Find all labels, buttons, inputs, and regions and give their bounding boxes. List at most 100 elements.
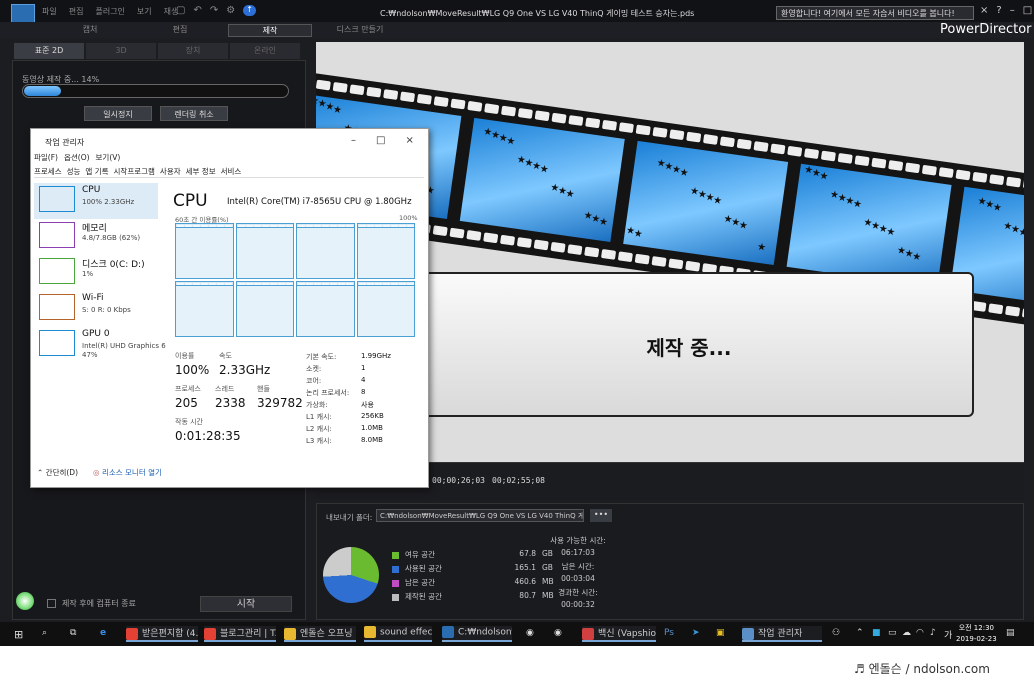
perf-item-2[interactable]: 디스크 0(C: D:) 1% [34,255,158,291]
perf-item-3[interactable]: Wi-Fi S: 0 R: 0 Kbps [34,291,158,327]
tm-maximize-icon[interactable]: □ [376,135,385,146]
star-icon: ★ [911,251,922,264]
notification-icon[interactable]: ▤ [1006,628,1015,638]
edge-icon[interactable]: e [100,628,106,638]
star-icon: ★ [756,241,767,254]
perf-item-name: 메모리 [82,224,107,234]
menu-plugin[interactable]: 플러그인 [95,6,124,17]
film-hole [550,241,566,253]
tab-startup[interactable]: 시작프로그램 [114,166,155,177]
taskbar-item[interactable]: 엔돌슨 오프닝 [284,626,356,642]
tab-services[interactable]: 서비스 [221,166,242,177]
tab-standard-2d[interactable]: 표준 2D [14,43,84,59]
settings-icon[interactable]: ⚙ [226,5,235,16]
onedrive-icon[interactable]: ☁ [902,628,911,638]
volume-icon[interactable]: ♪ [930,628,936,638]
tab-app-history[interactable]: 앱 기록 [85,166,108,177]
tm-menu-file[interactable]: 파일(F) [34,152,58,163]
fewer-details-label: 간단히(D) [45,468,78,477]
checkbox-icon[interactable] [47,599,56,608]
upgrade-icon[interactable]: ↑ [243,5,256,16]
tab-users[interactable]: 사용자 [160,166,181,177]
tm-close-icon[interactable]: × [405,135,413,146]
task-view-icon[interactable]: ⧉ [70,628,76,638]
spec-key: 기본 속도: [306,353,337,361]
wifi-icon[interactable]: ◠ [916,628,924,638]
film-hole [854,155,870,167]
menu-view[interactable]: 보기 [137,6,152,17]
film-frame: ★★★★★★★★★★★★★★ [786,163,952,288]
tm-minimize-icon[interactable]: – [351,135,356,146]
taskbar-item[interactable]: C:₩ndolson₩... [442,626,512,642]
spec-value: 256KB [361,412,384,420]
progress-fill [24,86,62,96]
film-hole [483,232,499,244]
perf-item-0[interactable]: CPU 100% 2.33GHz [34,183,158,219]
undo-icon[interactable]: ↶ [193,5,201,16]
search-icon[interactable]: ⌕ [42,628,47,638]
usage-value: 100% [175,363,210,377]
tray-monitor-icon[interactable]: ▭ [888,628,897,638]
taskbar-item[interactable]: 작업 관리자 [742,626,822,642]
telegram-icon[interactable]: ➤ [692,628,700,638]
perf-item-sub: 100% 2.33GHz [82,198,135,206]
tab-details[interactable]: 세부 정보 [186,166,216,177]
tab-edit[interactable]: 편집 [150,24,210,37]
taskbar-item[interactable]: sound effect [364,626,432,642]
core-graph [296,281,355,337]
core-usage-fill [176,227,233,278]
core-usage-fill [297,227,354,278]
tab-disc[interactable]: 디스크 만들기 [330,24,390,37]
tab-performance[interactable]: 성능 [67,166,81,177]
pinned-app-icon[interactable]: ◉ [554,628,562,638]
taskbar-item[interactable]: 블로그관리 | T... [204,626,276,642]
close-banner-icon[interactable]: × [980,5,988,16]
maximize-icon[interactable]: □ [1023,5,1032,16]
cancel-render-button[interactable]: 렌더링 취소 [160,106,228,121]
people-icon[interactable]: ⚇ [832,628,840,638]
ime-icon[interactable]: 가 [944,628,952,641]
resource-monitor-label: 리소스 모니터 열기 [101,468,162,477]
start-button[interactable]: 시작 [200,596,292,612]
pause-button[interactable]: 일시정지 [84,106,152,121]
help-icon[interactable]: ? [996,5,1001,16]
tab-online[interactable]: 온라인 [230,43,300,59]
perf-item-1[interactable]: 메모리 4.8/7.8GB (62%) [34,219,158,255]
folder-icon[interactable]: ▢ [176,5,185,16]
taskbar-item[interactable]: 백신 (Vapshio... [582,626,656,642]
time-label: 경과한 시간: [558,588,598,597]
taskbar-item-label: sound effect [380,627,432,638]
windows-start-icon[interactable]: ⊞ [14,628,23,641]
process-value: 205 [175,396,198,410]
kakaotalk-icon[interactable]: ▣ [716,628,725,638]
perf-item-sub: 4.8/7.8GB (62%) [82,234,141,242]
shutdown-checkbox[interactable]: 제작 후에 컴퓨터 종료 [47,598,136,609]
tm-menu-options[interactable]: 옵션(O) [64,152,90,163]
tab-capture[interactable]: 캡처 [60,24,120,37]
perf-item-4[interactable]: GPU 0 Intel(R) UHD Graphics 6 47% [34,327,166,363]
chevron-up-icon: ⌃ [37,468,46,477]
browse-button[interactable]: ••• [590,509,612,522]
mini-graph [39,222,75,248]
taskbar-item-label: 받은편지함 (4... [142,629,198,639]
tab-processes[interactable]: 프로세스 [34,166,62,177]
fewer-details-link[interactable]: ⌃ 간단히(D) [37,467,78,478]
chrome-icon[interactable]: ◉ [526,628,534,638]
tab-3d[interactable]: 3D [86,43,156,59]
tm-menu-view[interactable]: 보기(V) [96,152,121,163]
tab-device[interactable]: 장치 [158,43,228,59]
resource-monitor-link[interactable]: ◎ 리소스 모니터 열기 [93,467,162,478]
taskbar-item[interactable]: 받은편지함 (4... [126,626,198,642]
show-hidden-icon[interactable]: ⌃ [856,628,864,638]
photoshop-icon[interactable]: Ps [664,628,674,638]
menu-edit[interactable]: 편집 [69,6,84,17]
menu-file[interactable]: 파일 [42,6,57,17]
system-clock[interactable]: 오전 12:30 2019-02-23 [956,623,997,645]
export-folder-field[interactable]: C:₩ndolson₩MoveResult₩LG Q9 One VS LG V4… [376,509,584,522]
welcome-tutorial-link[interactable]: 환영합니다! 여기에서 모든 자습서 비디오를 봅니다! [776,6,974,20]
tray-app-icon[interactable]: ■ [872,628,881,638]
minimize-icon[interactable]: – [1010,5,1015,16]
task-manager-title: 작업 관리자 [45,138,85,147]
tab-produce[interactable]: 제작 [228,24,312,37]
redo-icon[interactable]: ↷ [210,5,218,16]
